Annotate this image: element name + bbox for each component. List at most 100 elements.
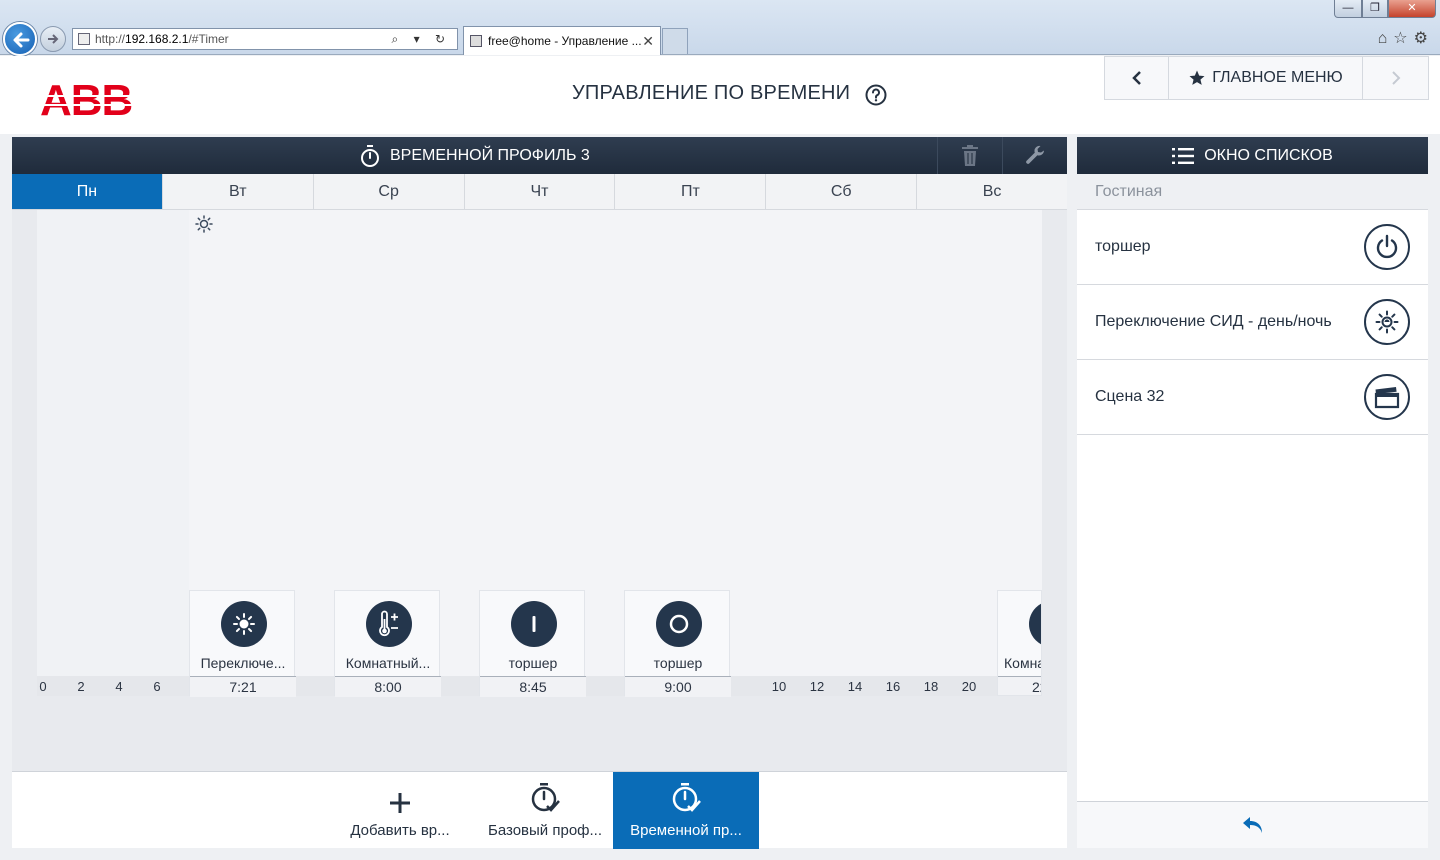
tab-day-thu[interactable]: Чт [465, 174, 616, 209]
list-item-icon-circle [1364, 224, 1410, 270]
event-time: 8:45 [480, 677, 586, 697]
address-host: 192.168.2.1 [125, 32, 189, 46]
browser-tab[interactable]: free@home - Управление ... ✕ [463, 26, 661, 55]
power-off-icon [669, 614, 689, 634]
tab-day-mon[interactable]: Пн [12, 174, 163, 209]
event-icon-circle [656, 601, 702, 647]
event-icon-circle [221, 601, 267, 647]
tab-day-fri[interactable]: Пт [615, 174, 767, 209]
list-item[interactable]: Переключение СИД - день/ночь [1077, 285, 1428, 360]
list-item-icon-circle [1364, 299, 1410, 345]
event-label: Комнатный [998, 655, 1041, 677]
hour-label: 6 [153, 679, 161, 694]
list-icon [1172, 147, 1195, 164]
list-window-header: ОКНО СПИСКОВ [1077, 137, 1428, 174]
list-item-label: Сцена 32 [1095, 388, 1165, 405]
tab-day-sat[interactable]: Сб [766, 174, 918, 209]
address-bar[interactable]: http://192.168.2.1/#Timer ⌕ ▾ ↻ [72, 28, 458, 50]
home-favorites-settings-icons[interactable]: ⌂☆⚙ [1378, 28, 1434, 48]
abb-logo: ABB [40, 78, 140, 118]
address-tools-icons[interactable]: ⌕ ▾ ↻ [392, 29, 451, 49]
arrow-right-icon [48, 34, 59, 44]
nav-forward-button[interactable] [1363, 57, 1428, 99]
base-profile-label: Базовый проф... [487, 822, 603, 839]
list-item-label: торшер [1095, 238, 1151, 255]
scene-clapper-icon [1374, 387, 1400, 409]
timer-event[interactable]: Комнатный... 8:00 [334, 590, 441, 697]
power-icon [1376, 234, 1398, 259]
timer-event[interactable]: Переключе... 7:21 [189, 590, 296, 697]
address-prefix: http:// [95, 32, 126, 46]
tab-day-tue[interactable]: Вт [163, 174, 314, 209]
main-menu-label: ГЛАВНОЕ МЕНЮ [1212, 69, 1343, 86]
add-timer-label: Добавить вр... [350, 822, 450, 839]
nav-back-button[interactable] [1105, 57, 1169, 99]
add-timer-button[interactable]: Добавить вр... [332, 772, 468, 849]
tab-day-sun[interactable]: Вс [917, 174, 1067, 209]
time-profile-label: Временной пр... [630, 822, 742, 839]
list-item[interactable]: Сцена 32 [1077, 360, 1428, 435]
list-item-icon-circle [1364, 374, 1410, 420]
event-label: торшер [480, 655, 586, 677]
thermometer-icon [379, 610, 398, 637]
profile-settings-button[interactable] [1002, 137, 1067, 174]
day-timeline[interactable]: 0 2 4 6 10 12 14 16 18 20 Переключе... 7… [12, 210, 1067, 771]
event-time: 7:21 [190, 677, 296, 697]
new-tab-button[interactable] [662, 28, 688, 54]
timer-event[interactable]: торшер 9:00 [624, 590, 731, 697]
window-minimize-button[interactable]: — [1334, 0, 1362, 18]
hour-label: 12 [809, 679, 825, 694]
hour-label: 20 [961, 679, 977, 694]
browser-forward-button[interactable] [40, 26, 66, 52]
trash-icon [962, 144, 978, 166]
list-item[interactable]: торшер [1077, 210, 1428, 285]
event-icon-circle [1029, 601, 1042, 647]
hour-label: 14 [847, 679, 863, 694]
hour-label: 4 [115, 679, 123, 694]
question-circle-icon[interactable] [865, 84, 887, 106]
time-profile-button[interactable]: Временной пр... [613, 772, 759, 849]
list-item-label: Переключение СИД - день/ночь [1095, 313, 1332, 330]
arrow-left-icon [13, 32, 30, 48]
main-menu-button[interactable]: ГЛАВНОЕ МЕНЮ [1169, 57, 1363, 99]
list-window-panel: ОКНО СПИСКОВ Гостиная торшер Переключени… [1077, 137, 1428, 848]
delete-profile-button[interactable] [937, 137, 1002, 174]
event-time: 8:00 [335, 677, 441, 697]
timer-event[interactable]: торшер 8:45 [479, 590, 586, 697]
event-time: 22 [998, 677, 1041, 695]
navigation-bar: ГЛАВНОЕ МЕНЮ [1104, 56, 1429, 100]
night-zone [37, 210, 189, 676]
sun-icon [233, 613, 255, 635]
timer-check-icon [672, 783, 701, 812]
event-label: Комнатный... [335, 655, 441, 677]
window-maximize-button[interactable]: ❐ [1362, 0, 1388, 18]
address-path: /#Timer [188, 32, 229, 46]
time-profile-panel: ВРЕМЕННОЙ ПРОФИЛЬ 3 Пн Вт Ср Чт Пт Сб Вс [12, 137, 1067, 849]
list-window-title: ОКНО СПИСКОВ [1204, 146, 1333, 164]
weekday-tabs: Пн Вт Ср Чт Пт Сб Вс [12, 174, 1067, 210]
stopwatch-icon [361, 144, 379, 167]
sun-icon [1375, 310, 1399, 334]
day-zone [189, 210, 1042, 676]
page-title: УПРАВЛЕНИЕ ПО ВРЕМЕНИ [572, 82, 851, 104]
browser-chrome: http://192.168.2.1/#Timer ⌕ ▾ ↻ free@hom… [0, 0, 1440, 56]
timer-event[interactable]: Комнатный 22 [997, 590, 1042, 696]
profile-toolbar: Добавить вр... Базовый проф... Временной… [12, 771, 1067, 849]
return-arrow-icon[interactable] [1241, 815, 1265, 835]
hour-label: 10 [771, 679, 787, 694]
base-profile-button[interactable]: Базовый проф... [478, 772, 612, 849]
hour-label: 16 [885, 679, 901, 694]
timer-check-icon [531, 783, 560, 812]
wrench-icon [1026, 145, 1044, 164]
plus-icon [390, 793, 410, 813]
chevron-left-icon [1131, 71, 1141, 85]
tab-close-icon[interactable]: ✕ [642, 27, 654, 55]
event-icon-circle [511, 601, 557, 647]
thermometer-icon [1039, 610, 1042, 638]
tab-day-wed[interactable]: Ср [314, 174, 465, 209]
event-label: торшер [625, 655, 731, 677]
svg-text:ABB: ABB [40, 78, 132, 118]
hour-label: 2 [77, 679, 85, 694]
window-close-button[interactable]: ✕ [1388, 0, 1436, 18]
browser-back-button[interactable] [3, 22, 37, 56]
